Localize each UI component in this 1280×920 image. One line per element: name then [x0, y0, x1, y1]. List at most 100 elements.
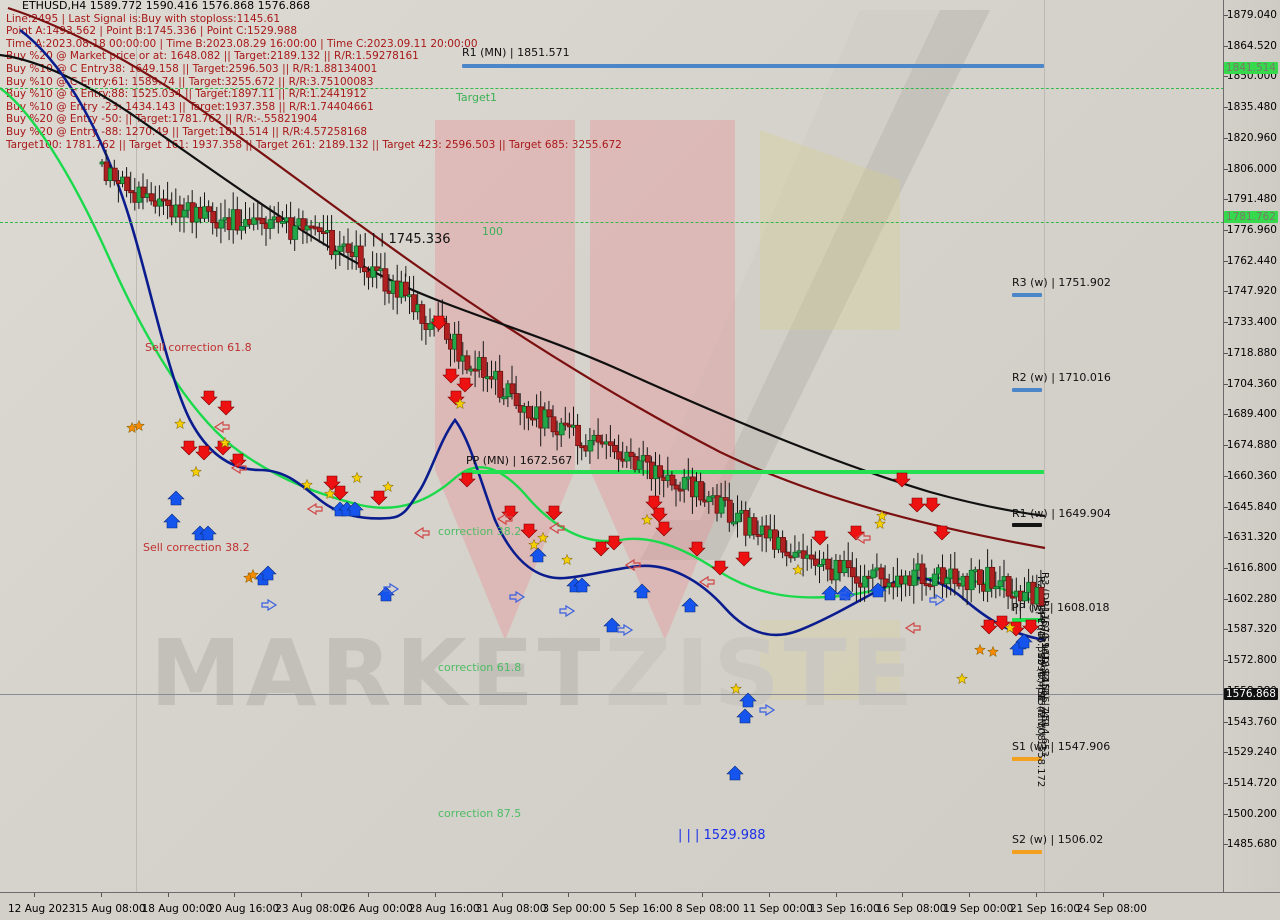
price-tick-label: 1835.480	[1226, 101, 1277, 114]
time-tick-mark	[568, 893, 570, 897]
price-tick-label: 1543.760	[1226, 715, 1277, 728]
level-line-pp-mn	[466, 470, 1044, 474]
time-tick-mark	[434, 893, 436, 897]
price-tick-label: 1689.400	[1226, 408, 1277, 421]
time-tick-label: 15 Aug 08:00	[74, 903, 146, 915]
price-tick-label: 1485.680	[1226, 838, 1277, 851]
price-tick-label: 1704.360	[1226, 377, 1277, 390]
annotation-point-c-price: | | | 1529.988	[678, 828, 766, 843]
price-tick-label: 1864.520	[1226, 39, 1277, 52]
level-line-r1-w	[1012, 523, 1042, 527]
annotation-correction-618: correction 61.8	[438, 661, 522, 674]
annotation-point-b-price: | | | 1745.336	[363, 232, 451, 247]
symbol-ohlc-line: ETHUSD,H4 1589.772 1590.416 1576.868 157…	[22, 0, 311, 12]
price-tick-label: 1660.360	[1226, 469, 1277, 482]
fib-label-100: 100	[482, 225, 503, 238]
price-tick-label: 1514.720	[1226, 777, 1277, 789]
time-tick-label: 19 Sep 00:00	[943, 903, 1014, 915]
annotation-sell-correction-382: Sell correction 38.2	[143, 541, 250, 554]
level-label-r1-w: R1 (w) | 1649.904	[1012, 507, 1111, 520]
price-tick-label: 1747.920	[1226, 285, 1277, 298]
info-line-9: Buy %20 @ Entry -88: 1270.49 || Target:1…	[6, 125, 368, 138]
time-tick-mark	[768, 893, 770, 897]
price-axis[interactable]: 1879.040 1864.520 1850.000 1835.480 1820.960…	[1223, 0, 1280, 893]
vlabel-s1-mn: S1 (MN) | 1558.172	[1035, 690, 1046, 788]
time-tick-mark	[368, 893, 369, 897]
time-tick-label: 20 Aug 16:00	[208, 903, 280, 915]
watermark-text: MARKETZISTE	[150, 620, 917, 727]
time-tick-label: 13 Sep 16:00	[809, 903, 880, 915]
time-tick-mark	[100, 893, 102, 897]
level-label-s2-w: S2 (w) | 1506.02	[1012, 833, 1104, 846]
annotation-correction-382: correction 38.2	[438, 525, 522, 538]
time-tick-label: 21 Sep 16:00	[1010, 903, 1081, 915]
level-label-r3-w: R3 (w) | 1751.902	[1012, 276, 1111, 289]
price-tick-label: 1631.320	[1226, 531, 1277, 544]
level-label-r1-mn: R1 (MN) | 1851.571	[462, 46, 570, 59]
level-line-r1-mn	[462, 64, 1044, 68]
time-tick-label: 8 Sep 08:00	[676, 903, 740, 915]
watermark-light: ZISTE	[604, 620, 918, 727]
time-tick-label: 24 Sep 08:00	[1076, 903, 1147, 915]
price-tick-label: 1806.000	[1226, 162, 1277, 175]
time-tick-label: 11 Sep 00:00	[742, 903, 813, 915]
price-tick-label: 1529.240	[1226, 746, 1277, 759]
time-tick-mark	[167, 893, 169, 897]
time-tick-label: 18 Aug 00:00	[141, 903, 213, 915]
time-tick-mark	[902, 893, 904, 897]
level-line-r3-w	[1012, 293, 1042, 297]
level-label-pp-w: PP (w) | 1608.018	[1012, 601, 1110, 614]
level-label-r2-w: R2 (w) | 1710.016	[1012, 371, 1111, 384]
annotation-sell-correction-618: Sell correction 61.8	[145, 341, 252, 354]
price-tick-label: 1762.440	[1226, 254, 1277, 267]
time-tick-label: 3 Sep 00:00	[542, 903, 606, 915]
price-tick-label: 1674.880	[1226, 439, 1277, 452]
price-tick-label: 1572.800	[1226, 654, 1277, 667]
time-tick-label: 28 Aug 16:00	[408, 903, 480, 915]
time-axis[interactable]: 12 Aug 2023 15 Aug 08:00 18 Aug 00:00 20 Au…	[0, 892, 1280, 920]
annotation-tick-mark: |	[404, 264, 408, 277]
chart-info-header: ETHUSD,H4 1589.772 1590.416 1576.868 157…	[0, 0, 622, 151]
price-tick-label: 1500.200	[1226, 807, 1277, 820]
fib-line-100	[0, 222, 1224, 223]
time-tick-label: 12 Aug 2023	[8, 903, 76, 915]
time-tick-mark	[301, 893, 303, 897]
time-tick-label: 23 Aug 08:00	[275, 903, 346, 915]
level-line-r2-w	[1012, 388, 1042, 392]
price-tick-label: 1587.320	[1226, 623, 1277, 636]
info-line-6: Buy %10 @ C Entry:88: 1525.034 || Target…	[6, 88, 367, 101]
info-line-5: Buy %10 @ C Entry:61: 1589.74 || Target:…	[6, 75, 374, 88]
level-label-s1-w: S1 (w) | 1547.906	[1012, 740, 1111, 753]
price-tick-label: 1820.960	[1226, 131, 1277, 144]
price-tick-label: 1791.480	[1226, 193, 1277, 206]
time-tick-mark	[1036, 893, 1037, 897]
trading-chart: MARKETZISTE ETHUSD,H4 1589.772 1590.416 …	[0, 0, 1280, 920]
level-line-s2-w	[1012, 850, 1042, 854]
info-line-0: Line:2495 | Last Signal is:Buy with stop…	[6, 12, 281, 25]
time-tick-mark	[702, 893, 703, 897]
time-tick-mark	[969, 893, 971, 897]
price-tick-label: 1733.400	[1226, 316, 1277, 329]
level-label-pp-mn: PP (MN) | 1672.567	[466, 454, 573, 467]
time-tick-label: 5 Sep 16:00	[609, 903, 673, 915]
fib-label-target1: Target1	[456, 91, 498, 104]
time-tick-mark	[234, 893, 236, 897]
price-highlight-green: 1781.762	[1223, 211, 1278, 223]
info-line-8: Buy %20 @ Entry -50: || Target:1781.762 …	[6, 113, 318, 126]
time-tick-mark	[34, 893, 35, 897]
price-highlight-black: 1576.868	[1223, 688, 1278, 700]
annotation-correction-875: correction 87.5	[438, 807, 522, 820]
time-tick-mark	[501, 893, 503, 897]
info-line-7: Buy %10 @ Entry -23: 1434.143 || Target:…	[6, 100, 374, 113]
price-tick-label: 1645.840	[1226, 500, 1277, 513]
fib-line-target1	[0, 88, 1224, 89]
watermark-bold: MARKET	[150, 620, 605, 727]
time-tick-mark	[635, 893, 637, 897]
price-tick-label: 1718.880	[1226, 346, 1277, 359]
time-tick-label: 31 Aug 08:00	[475, 903, 547, 915]
price-highlight-green: 1841.514	[1223, 62, 1278, 74]
info-line-1: Point A:1493.562 | Point B:1745.336 | Po…	[6, 25, 298, 38]
price-tick-label: 1616.800	[1226, 561, 1277, 574]
time-tick-mark	[1102, 893, 1104, 897]
time-tick-label: 26 Aug 00:00	[342, 903, 413, 915]
